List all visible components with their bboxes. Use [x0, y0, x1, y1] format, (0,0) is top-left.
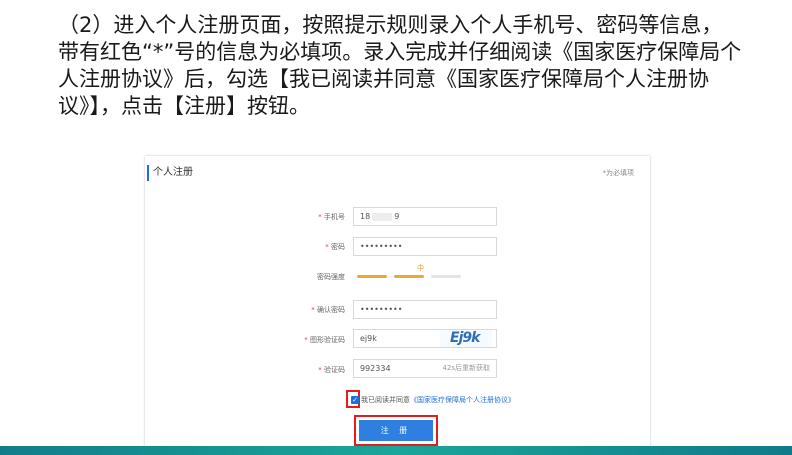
strength-bar-2 [394, 275, 424, 278]
phone-prefix: 18 [360, 212, 371, 221]
instruction-line-1: （2）进入个人注册页面，按照提示规则录入个人手机号、密码等信息， [58, 13, 723, 37]
bottom-band [0, 446, 792, 455]
agree-label: 我已阅读并同意 [361, 396, 410, 404]
captcha-label-text: 图形验证码 [310, 336, 345, 344]
password-label: * 密码 [325, 243, 345, 251]
captcha-value: ej9k [360, 334, 377, 343]
register-button[interactable]: 注 册 [359, 420, 433, 441]
phone-label-text: 手机号 [324, 213, 345, 221]
registration-panel: 个人注册 *为必填项 * 手机号 18 9 * 密码 ••••••••• 密码强度… [145, 156, 650, 455]
password-label-text: 密码 [331, 243, 345, 251]
phone-mask [372, 212, 393, 221]
sms-code-label: * 验证码 [318, 366, 345, 374]
captcha-image-text: Ej9k [450, 330, 480, 346]
agreement-link[interactable]: 《国家医疗保障局个人注册协议》 [410, 396, 515, 404]
agree-text: 我已阅读并同意《国家医疗保障局个人注册协议》 [361, 394, 515, 406]
strength-text: 中 [417, 264, 424, 272]
phone-input[interactable]: 18 9 [353, 207, 497, 226]
strength-label: 密码强度 [317, 273, 345, 281]
password-input[interactable]: ••••••••• [353, 237, 497, 256]
required-note: *为必填项 [602, 169, 635, 177]
agree-checkbox[interactable]: ✓ [351, 396, 359, 404]
sms-code-value: 992334 [360, 364, 391, 373]
resend-code-button[interactable]: 42s后重新获取 [442, 360, 490, 377]
instruction-line-2: 带有红色“*”号的信息为必填项。录入完成并仔细阅读《国家医疗保障局个 [58, 40, 742, 64]
sms-label-text: 验证码 [324, 366, 345, 374]
confirm-label-text: 确认密码 [317, 306, 345, 314]
instruction-text: （2）进入个人注册页面，按照提示规则录入个人手机号、密码等信息， 带有红色“*”… [58, 12, 778, 120]
strength-bar-3 [431, 275, 461, 278]
sms-code-input[interactable]: 992334 42s后重新获取 [353, 359, 497, 378]
instruction-line-3: 人注册协议》后，勾选【我已阅读并同意《国家医疗保障局个人注册协 [58, 67, 709, 91]
strength-bar-1 [357, 275, 387, 278]
captcha-label: * 图形验证码 [304, 336, 345, 344]
phone-label: * 手机号 [318, 213, 345, 221]
panel-title: 个人注册 [147, 165, 193, 181]
captcha-image[interactable]: Ej9k [440, 330, 492, 347]
instruction-line-4: 议》】，点击【注册】按钮。 [58, 94, 310, 118]
confirm-password-label: * 确认密码 [311, 306, 345, 314]
phone-suffix: 9 [394, 212, 400, 221]
confirm-password-input[interactable]: ••••••••• [353, 300, 497, 319]
